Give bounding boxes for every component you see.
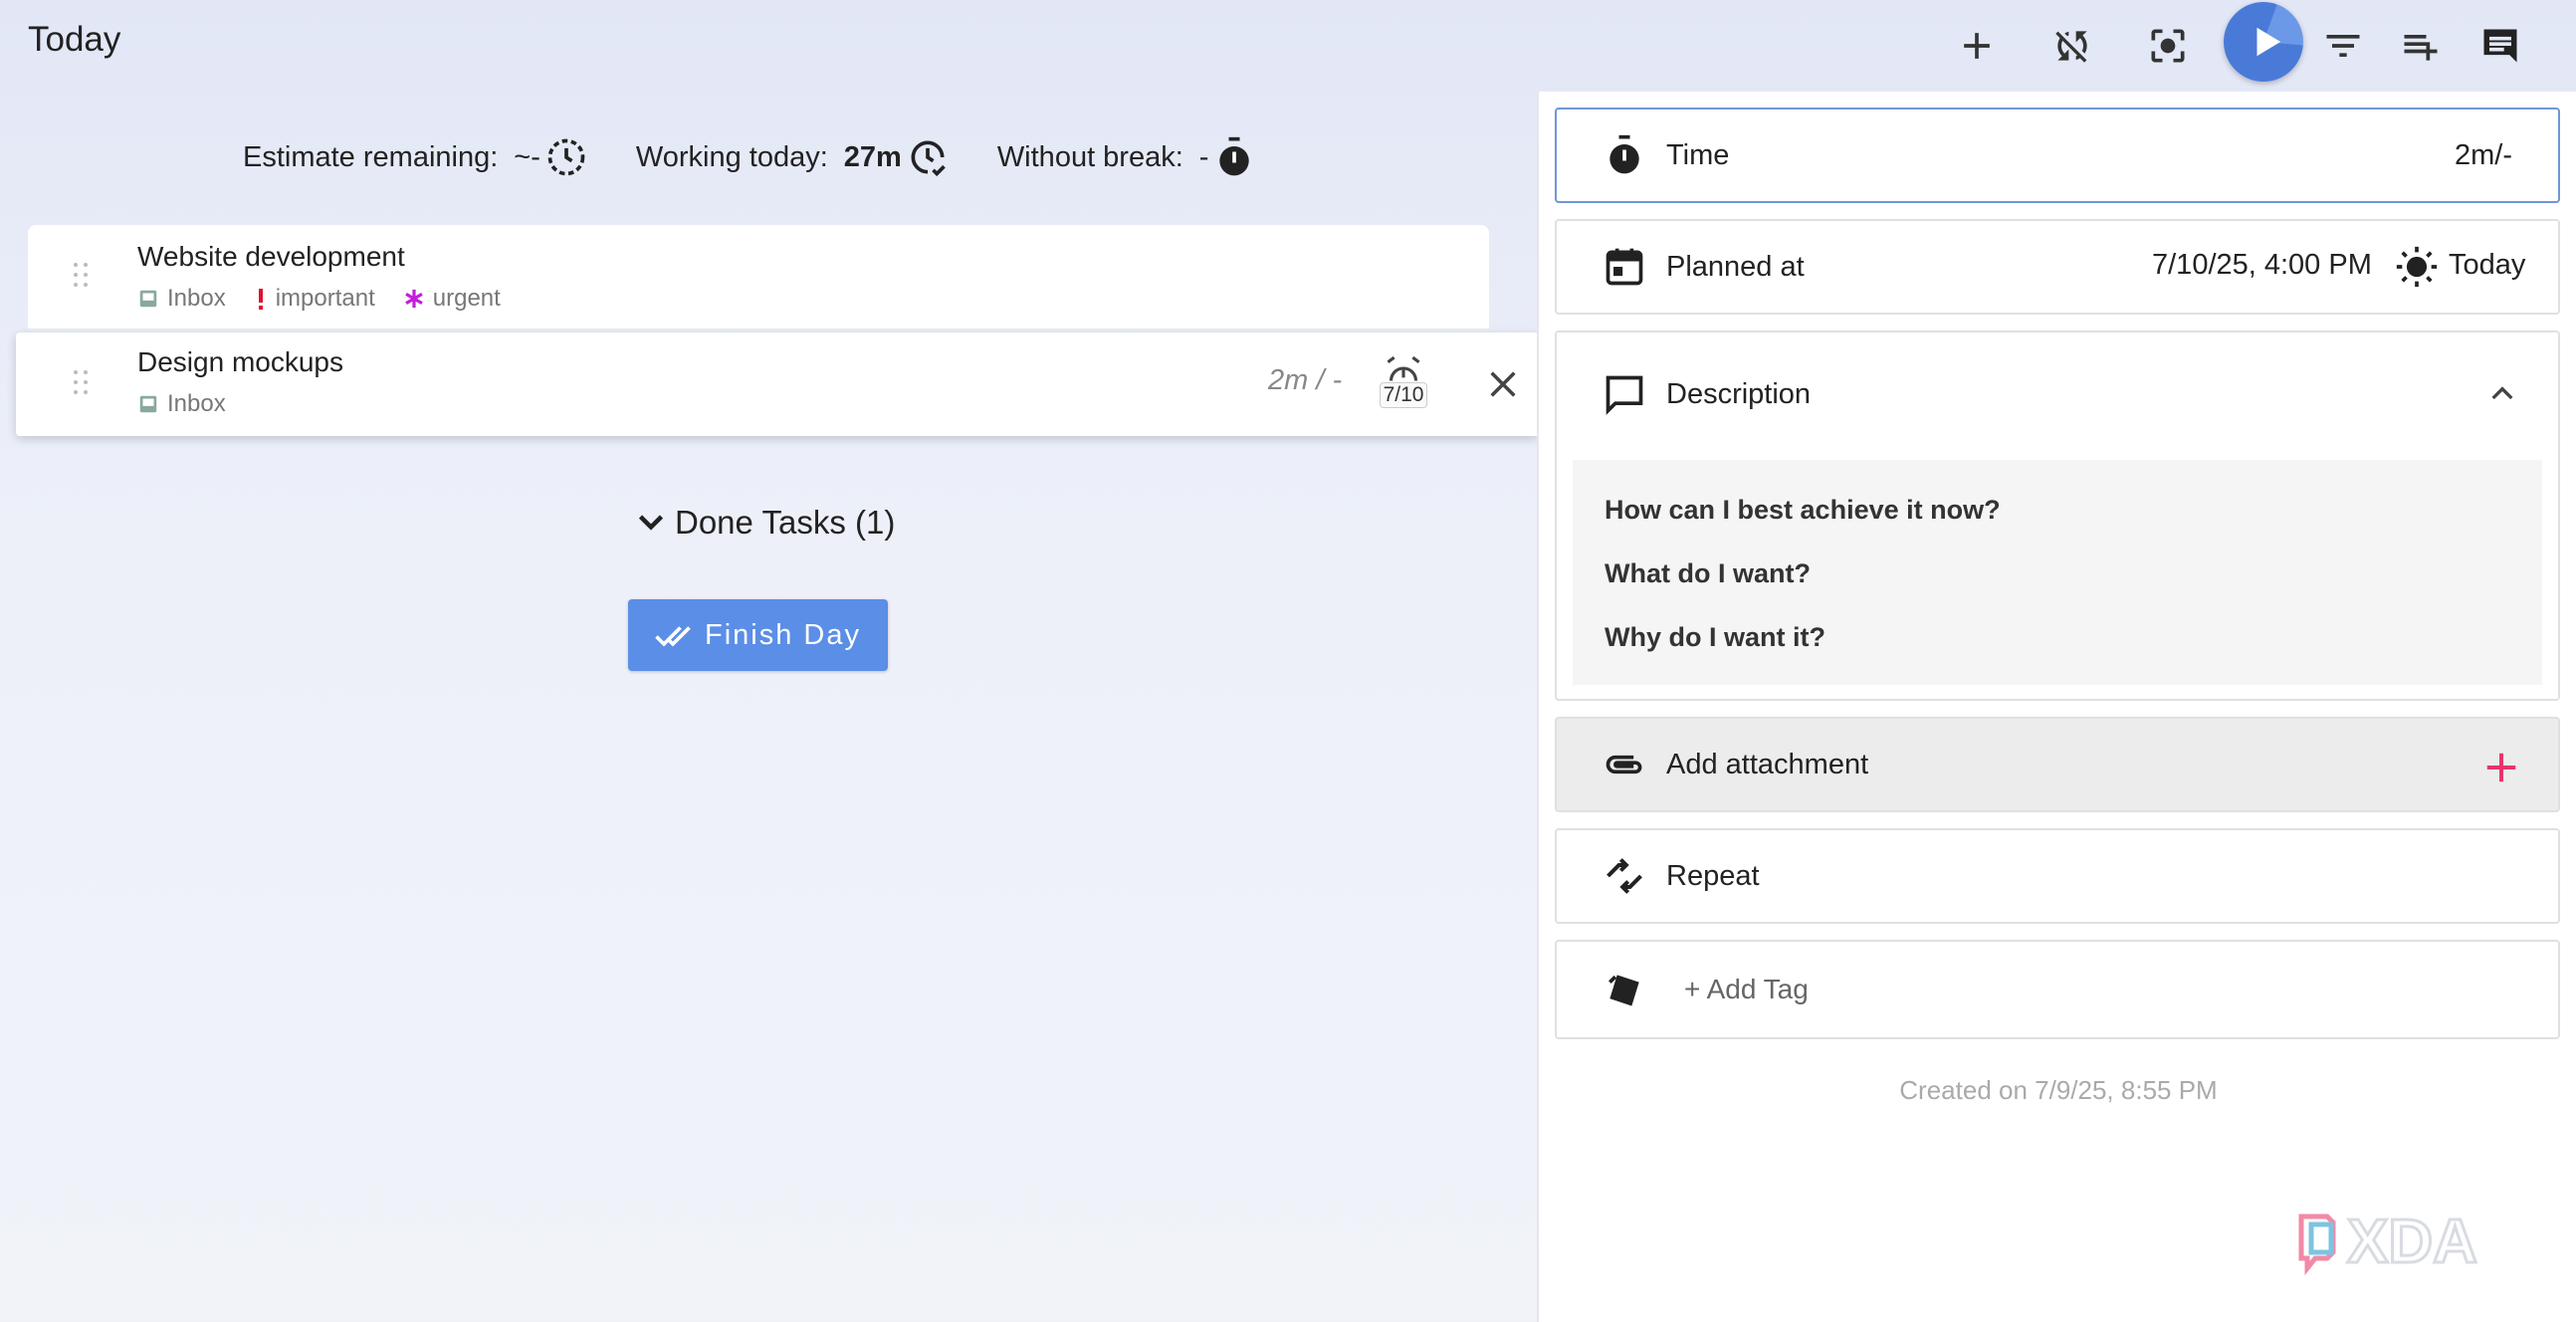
finish-day-label: Finish Day: [705, 618, 861, 651]
close-task-button[interactable]: [1479, 360, 1527, 408]
add-attachment-label: Add attachment: [1666, 749, 1869, 780]
tag-label: urgent: [432, 285, 501, 312]
tag-inbox[interactable]: Inbox: [137, 390, 226, 418]
description-label: Description: [1666, 378, 1812, 410]
asterisk-icon: [403, 288, 425, 310]
add-tag-button[interactable]: + Add Tag: [1684, 974, 1809, 1005]
history-clock-icon: [547, 138, 585, 176]
inbox-icon: [137, 393, 159, 415]
tag-important[interactable]: important: [254, 285, 375, 313]
description-line: How can I best achieve it now?: [1605, 495, 2001, 525]
task-tags: Inbox important urgent: [137, 285, 529, 313]
description-body[interactable]: How can I best achieve it now? What do I…: [1573, 460, 2542, 685]
tag-inbox[interactable]: Inbox: [137, 285, 226, 313]
break-label: Without break:: [996, 140, 1183, 173]
repeat-icon: [1607, 858, 1642, 894]
alarm-icon: [1387, 355, 1420, 381]
add-attachment-section[interactable]: Add attachment: [1555, 717, 2560, 812]
description-line: Why do I want it?: [1605, 622, 1825, 652]
planned-section[interactable]: Planned at 7/10/25, 4:00 PM Today: [1555, 219, 2560, 315]
reminder-button[interactable]: 7/10: [1374, 354, 1433, 414]
description-line: What do I want?: [1605, 558, 1811, 588]
double-check-icon: [655, 626, 691, 647]
tag-label: Inbox: [167, 390, 226, 417]
stopwatch-icon: [1610, 134, 1639, 174]
estimate-value: ~-: [514, 140, 540, 173]
paperclip-icon: [1606, 755, 1642, 774]
add-task-button[interactable]: [1939, 8, 2015, 84]
play-button[interactable]: [2224, 2, 2303, 82]
sync-off-icon: [2055, 31, 2087, 63]
comment-outline-icon: [1606, 375, 1643, 415]
created-timestamp: Created on 7/9/25, 8:55 PM: [1899, 1075, 2218, 1105]
watermark-text: XDA: [2347, 1208, 2477, 1276]
add-list-icon: [2404, 35, 2438, 61]
reminder-date: 7/10: [1379, 382, 1428, 408]
add-icon: [1964, 33, 1990, 59]
inbox-icon: [137, 288, 159, 310]
tag-urgent[interactable]: urgent: [403, 285, 501, 313]
work-stats: Estimate remaining: ~- Working today: 27…: [243, 133, 1304, 181]
tag-label: important: [275, 285, 375, 312]
chevron-up-icon[interactable]: [2486, 378, 2518, 410]
finish-day-button[interactable]: Finish Day: [628, 599, 888, 671]
top-bar: Today: [0, 0, 2576, 92]
time-value: 2m/-: [2455, 139, 2512, 171]
estimate-label: Estimate remaining:: [243, 140, 499, 173]
sync-button[interactable]: [2035, 8, 2110, 84]
task-time-estimate[interactable]: 2m / -: [1268, 364, 1342, 397]
add-attachment-plus-icon[interactable]: [2482, 749, 2520, 786]
tags-section[interactable]: + Add Tag: [1555, 940, 2560, 1039]
planned-label: Planned at: [1666, 251, 1805, 283]
repeat-label: Repeat: [1666, 860, 1760, 892]
working-label: Working today:: [635, 140, 828, 173]
sun-icon: [2396, 246, 2438, 288]
task-item-selected[interactable]: Design mockups Inbox 2m / - 7/10: [16, 332, 1539, 436]
calendar-icon: [1606, 248, 1643, 286]
estimate-remaining: Estimate remaining: ~-: [243, 135, 588, 179]
focus-mode-button[interactable]: [2130, 8, 2206, 84]
close-icon: [1490, 371, 1516, 397]
done-tasks-toggle[interactable]: Done Tasks (1): [633, 504, 895, 542]
working-today: Working today: 27m: [636, 135, 950, 179]
drag-handle[interactable]: [74, 370, 92, 398]
description-section: Description How can I best achieve it no…: [1555, 330, 2560, 701]
break-value: -: [1198, 140, 1209, 173]
clock-check-icon: [911, 140, 946, 177]
task-item[interactable]: Website development Inbox important urge…: [28, 225, 1489, 329]
drag-handle[interactable]: [74, 263, 92, 291]
task-tags: Inbox: [137, 390, 254, 418]
planned-value: 7/10/25, 4:00 PM: [2152, 249, 2372, 281]
planned-day: Today: [2449, 249, 2526, 281]
tag-icon: [1609, 975, 1639, 1006]
without-break: Without break: -: [997, 135, 1257, 179]
working-value: 27m: [843, 140, 902, 173]
focus-icon: [2151, 29, 2185, 63]
play-icon: [2256, 27, 2281, 57]
chevron-down-icon: [638, 515, 664, 531]
add-list-button[interactable]: [2383, 8, 2459, 84]
filter-icon: [2326, 35, 2360, 57]
page-title: Today: [28, 20, 121, 59]
task-title: Website development: [137, 241, 405, 272]
time-section[interactable]: Time 2m/-: [1555, 108, 2560, 203]
stopwatch-icon: [1219, 136, 1250, 176]
repeat-section[interactable]: Repeat: [1555, 828, 2560, 924]
done-tasks-label: Done Tasks (1): [675, 504, 896, 541]
comment-icon: [2483, 29, 2517, 63]
comments-button[interactable]: [2463, 8, 2538, 84]
filter-button[interactable]: [2305, 8, 2381, 84]
task-title: Design mockups: [137, 346, 343, 377]
time-label: Time: [1666, 139, 1730, 171]
tag-label: Inbox: [167, 285, 226, 312]
task-detail-panel: Time 2m/- Planned at 7/10/25, 4:00 PM To…: [1537, 92, 2576, 1322]
xda-logo: XDA: [2295, 1207, 2544, 1286]
exclamation-icon: [254, 287, 268, 311]
